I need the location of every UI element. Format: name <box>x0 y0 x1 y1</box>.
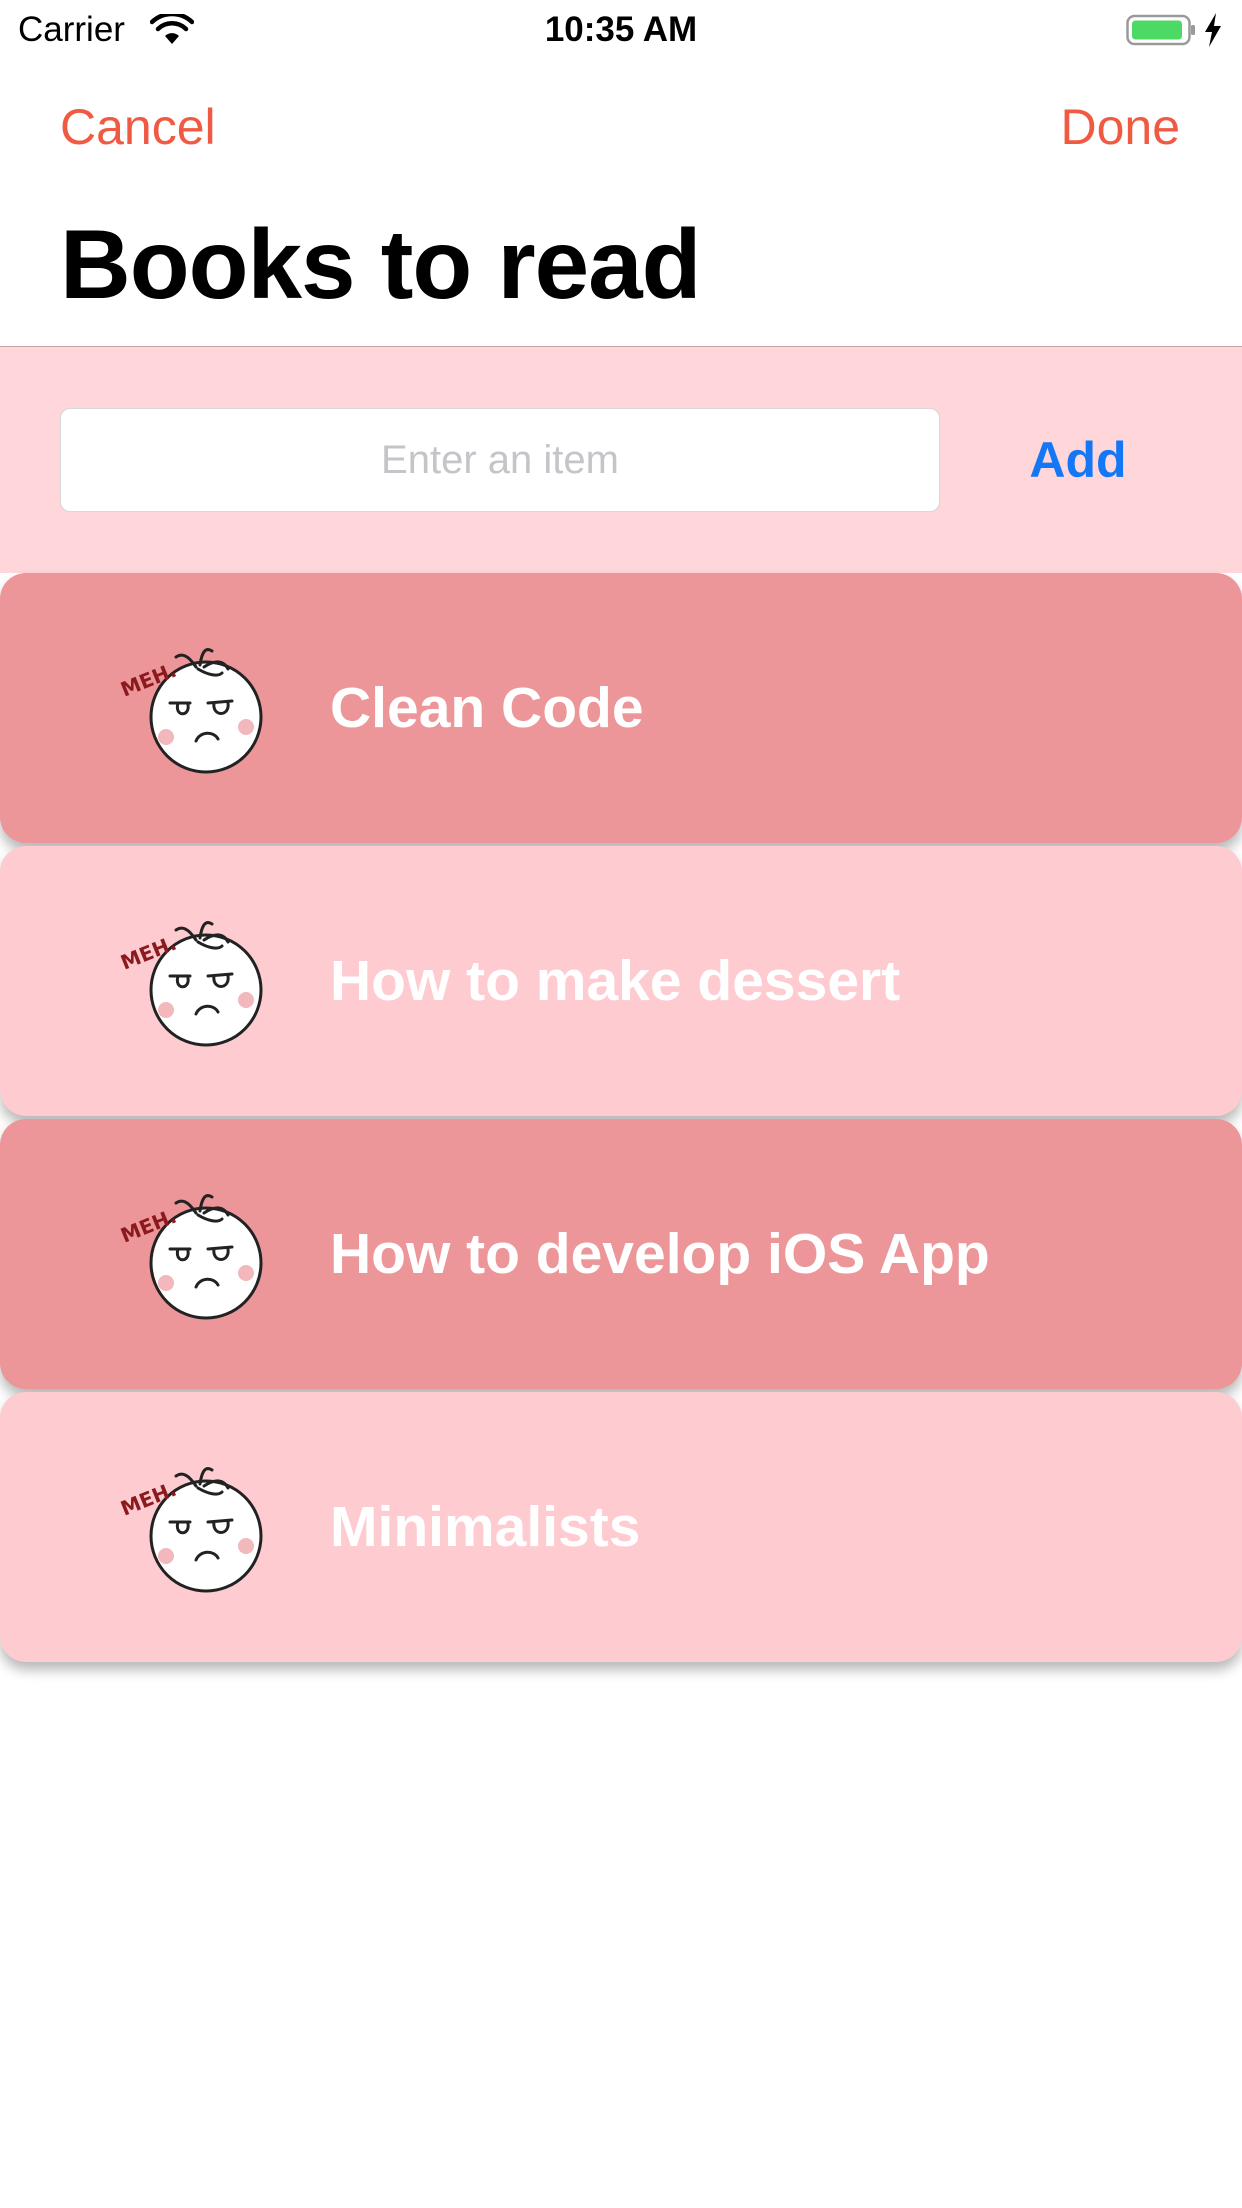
book-row[interactable]: MEH. How to develop iOS App <box>0 1119 1242 1389</box>
book-row[interactable]: MEH. How to make dessert <box>0 846 1242 1116</box>
item-input[interactable] <box>60 408 940 512</box>
charging-bolt-icon <box>1205 13 1221 47</box>
meh-tomato-icon: MEH. <box>118 1467 263 1593</box>
add-button[interactable]: Add <box>1000 425 1156 495</box>
book-title: Minimalists <box>330 1495 641 1559</box>
book-list: MEH. Clean Code MEH. How to make dessert <box>0 573 1242 1665</box>
clock-time: 10:35 AM <box>544 10 698 49</box>
book-row[interactable]: MEH. Minimalists <box>0 1392 1242 1662</box>
meh-tomato-icon: MEH. <box>118 921 263 1047</box>
battery-icon <box>1126 14 1195 46</box>
meh-tomato-icon: MEH. <box>118 1194 263 1320</box>
add-item-bar: Add <box>0 347 1242 573</box>
cancel-button[interactable]: Cancel <box>60 98 216 156</box>
page-title: Books to read <box>60 209 701 319</box>
screen: Carrier 10:35 AM Cancel Done Books to re… <box>0 0 1242 2208</box>
book-title: How to develop iOS App <box>330 1222 990 1286</box>
book-row[interactable]: MEH. Clean Code <box>0 573 1242 843</box>
status-bar: Carrier 10:35 AM <box>0 0 1242 62</box>
book-title: Clean Code <box>330 676 644 740</box>
meh-tomato-icon: MEH. <box>118 648 263 774</box>
done-button[interactable]: Done <box>1060 98 1180 156</box>
book-title: How to make dessert <box>330 949 901 1013</box>
